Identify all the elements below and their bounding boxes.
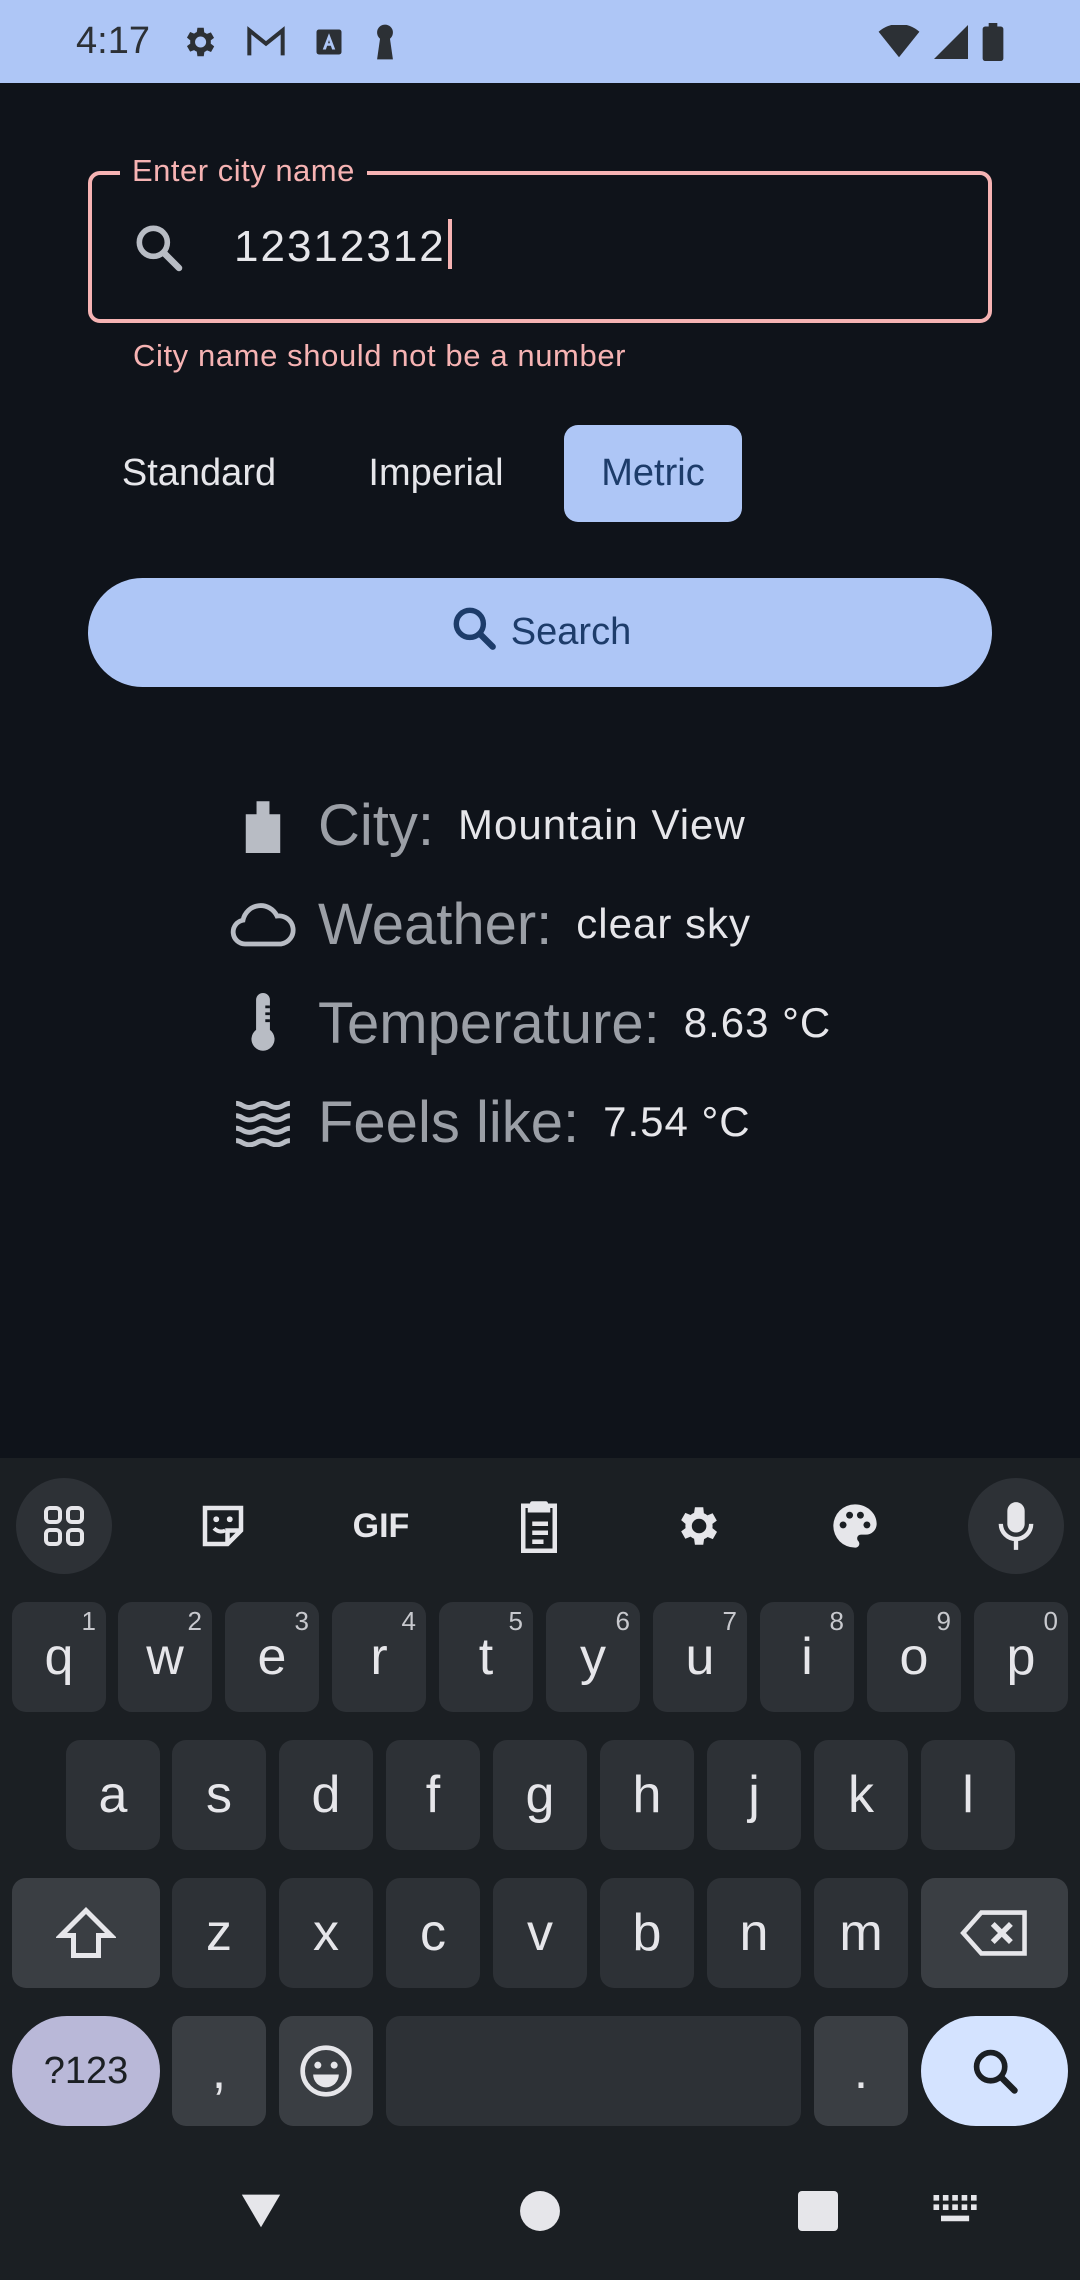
keyboard-toolbar: GIF [0,1458,1080,1578]
city-row: City: Mountain View [228,785,746,865]
city-input-value[interactable]: 12312312 [234,219,452,272]
key-y[interactable]: y6 [546,1602,640,1712]
temperature-label: Temperature: [318,990,660,1056]
microphone-icon[interactable] [968,1478,1064,1574]
wifi-icon [878,24,920,59]
key-k[interactable]: k [814,1740,908,1850]
key-j[interactable]: j [707,1740,801,1850]
font-icon [314,27,344,57]
weather-value: clear sky [576,900,751,947]
status-system-icons [878,22,1004,61]
period-key[interactable]: . [814,2016,908,2126]
key-u[interactable]: u7 [653,1602,747,1712]
key-r[interactable]: r4 [332,1602,426,1712]
gif-icon[interactable]: GIF [333,1478,429,1574]
unit-standard[interactable]: Standard [96,425,302,522]
waves-icon [228,1087,298,1157]
key-q[interactable]: q1 [12,1602,106,1712]
gmail-icon [246,25,286,58]
settings-icon[interactable] [649,1478,745,1574]
sticker-icon[interactable] [175,1478,271,1574]
key-h[interactable]: h [600,1740,694,1850]
clipboard-icon[interactable] [491,1478,587,1574]
city-label: City: [318,792,434,858]
key-f[interactable]: f [386,1740,480,1850]
key-o[interactable]: o9 [867,1602,961,1712]
emoji-icon [300,2045,352,2097]
key-d[interactable]: d [279,1740,373,1850]
shift-icon [56,1906,116,1958]
keyboard-hide-icon[interactable] [930,2190,982,2230]
signal-icon [934,24,968,59]
city-field-label: Enter city name [120,153,367,189]
key-n[interactable]: n [707,1878,801,1988]
city-value: Mountain View [458,801,746,848]
weather-row: Weather: clear sky [228,884,751,964]
key-b[interactable]: b [600,1878,694,1988]
cloud-icon [228,889,298,959]
city-input-field[interactable]: Enter city name 12312312 [88,153,992,323]
city-error-message: City name should not be a number [133,338,627,373]
apps-grid-icon[interactable] [16,1478,112,1574]
search-icon [449,603,499,663]
gear-icon [180,23,218,61]
key-s[interactable]: s [172,1740,266,1850]
feels-like-row: Feels like: 7.54 °C [228,1082,751,1162]
navigation-bar [0,2155,1080,2280]
search-action-key[interactable] [921,2016,1068,2126]
unit-metric[interactable]: Metric [564,425,742,522]
backspace-key[interactable] [921,1878,1068,1988]
unit-imperial[interactable]: Imperial [336,425,536,522]
feels-like-label: Feels like: [318,1089,580,1155]
key-x[interactable]: x [279,1878,373,1988]
weather-label: Weather: [318,891,553,957]
key-a[interactable]: a [66,1740,160,1850]
text-cursor [447,219,452,269]
search-icon [130,219,186,280]
key-e[interactable]: e3 [225,1602,319,1712]
temperature-row: Temperature: 8.63 °C [228,983,831,1063]
key-c[interactable]: c [386,1878,480,1988]
search-icon [973,2049,1018,2094]
palette-icon[interactable] [807,1478,903,1574]
search-button-label: Search [510,611,632,653]
status-notification-icons [180,23,398,61]
comma-key[interactable]: , [172,2016,266,2126]
key-i[interactable]: i8 [760,1602,854,1712]
key-z[interactable]: z [172,1878,266,1988]
thermometer-icon [228,988,298,1058]
status-bar: 4:17 [0,0,1080,83]
space-key[interactable] [386,2016,801,2126]
recents-icon[interactable] [795,2188,841,2234]
backspace-icon [959,1910,1027,1956]
key-w[interactable]: w2 [118,1602,212,1712]
search-button[interactable]: Search [88,578,992,687]
battery-icon [982,22,1004,61]
shift-key[interactable] [12,1878,160,1988]
building-icon [228,790,298,860]
key-g[interactable]: g [493,1740,587,1850]
keyhole-icon [372,23,398,61]
key-l[interactable]: l [921,1740,1015,1850]
back-icon[interactable] [236,2185,286,2235]
emoji-key[interactable] [279,2016,373,2126]
status-time: 4:17 [76,20,150,62]
key-p[interactable]: p0 [974,1602,1068,1712]
symbols-key[interactable]: ?123 [12,2016,160,2126]
feels-like-value: 7.54 °C [603,1098,751,1145]
home-icon[interactable] [516,2187,564,2235]
key-t[interactable]: t5 [439,1602,533,1712]
key-m[interactable]: m [814,1878,908,1988]
key-v[interactable]: v [493,1878,587,1988]
temperature-value: 8.63 °C [683,999,832,1046]
